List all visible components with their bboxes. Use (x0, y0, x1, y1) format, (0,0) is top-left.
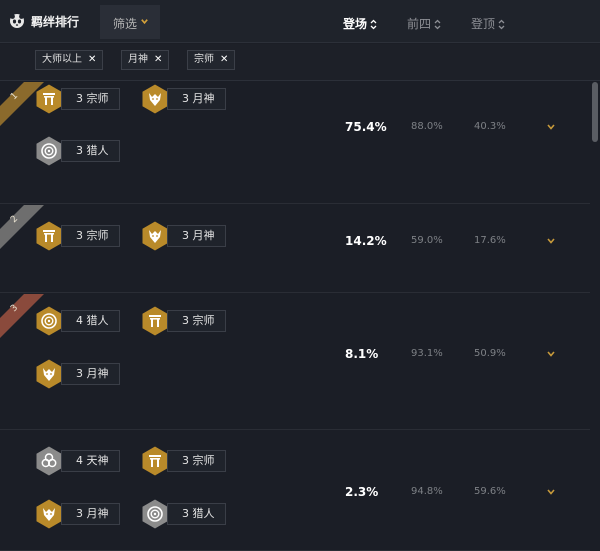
win-rate: 40.3% (474, 121, 506, 132)
chevron-down-icon[interactable] (546, 123, 556, 131)
chevron-down-icon (141, 19, 148, 25)
play-rate: 14.2% (345, 234, 387, 248)
column-header-top4[interactable]: 前四 (407, 15, 441, 32)
table-row[interactable]: 34 猎人 3 宗师 3 月神 8.1% 93.1% 50.9% (0, 294, 590, 430)
filter-label: 筛选 (113, 17, 138, 31)
filter-dropdown[interactable]: 筛选 (100, 5, 160, 39)
column-header-play-rate[interactable]: 登场 (343, 15, 377, 32)
chevron-down-icon[interactable] (546, 237, 556, 245)
win-rate: 59.6% (474, 486, 506, 497)
close-icon[interactable]: ✕ (220, 51, 228, 69)
play-rate: 8.1% (345, 347, 379, 361)
top4-rate: 94.8% (411, 486, 443, 497)
top4-rate: 93.1% (411, 348, 443, 359)
target-icon (35, 135, 63, 167)
play-rate: 75.4% (345, 120, 387, 134)
table-row[interactable]: 23 宗师 3 月神 14.2% 59.0% 17.6% (0, 205, 590, 293)
trait-label: 3 宗师 (167, 450, 226, 472)
filter-chip[interactable]: 月神 ✕ (121, 50, 170, 70)
moon-wolf-icon (35, 358, 63, 390)
chevron-down-icon[interactable] (546, 350, 556, 358)
trait-label: 3 月神 (61, 503, 120, 525)
trait-label: 3 宗师 (167, 310, 226, 332)
trait-label: 3 猎人 (167, 503, 226, 525)
column-header-win[interactable]: 登顶 (471, 15, 505, 32)
trait-label: 3 宗师 (61, 225, 120, 247)
header-bar: 羁绊排行 筛选 登场 前四 登顶 (0, 0, 600, 43)
sort-icon (370, 19, 377, 30)
moon-wolf-icon (141, 220, 169, 252)
win-rate: 17.6% (474, 235, 506, 246)
top4-rate: 88.0% (411, 121, 443, 132)
target-icon (141, 498, 169, 530)
scrollbar[interactable] (592, 82, 598, 142)
close-icon[interactable]: ✕ (154, 51, 162, 69)
page-title: 羁绊排行 (31, 15, 80, 29)
gate-icon (141, 305, 169, 337)
trait-label: 3 月神 (167, 225, 226, 247)
moon-wolf-icon (35, 498, 63, 530)
close-icon[interactable]: ✕ (88, 51, 96, 69)
gate-icon (141, 445, 169, 477)
play-rate: 2.3% (345, 485, 379, 499)
target-icon (35, 305, 63, 337)
active-filters: 大师以上 ✕ 月神 ✕ 宗师 ✕ (0, 44, 600, 81)
table-row[interactable]: 4 天神 3 宗师 3 月神 3 猎人 2.3% 94.8% 59.6% (0, 431, 590, 551)
gate-icon (35, 83, 63, 115)
trait-label: 3 月神 (61, 363, 120, 385)
filter-chip[interactable]: 宗师 ✕ (187, 50, 236, 70)
top4-rate: 59.0% (411, 235, 443, 246)
trait-label: 4 猎人 (61, 310, 120, 332)
sort-icon (434, 19, 441, 30)
trait-label: 3 月神 (167, 88, 226, 110)
trait-label: 4 天神 (61, 450, 120, 472)
trait-label: 3 宗师 (61, 88, 120, 110)
filter-chip[interactable]: 大师以上 ✕ (35, 50, 104, 70)
celestial-knot-icon (35, 445, 63, 477)
sort-icon (498, 19, 505, 30)
table-row[interactable]: 13 宗师 3 月神 3 猎人 75.4% 88.0% 40.3% (0, 82, 590, 204)
chevron-down-icon[interactable] (546, 488, 556, 496)
moon-wolf-icon (141, 83, 169, 115)
gate-icon (35, 220, 63, 252)
win-rate: 50.9% (474, 348, 506, 359)
panda-logo-icon (10, 14, 24, 28)
trait-label: 3 猎人 (61, 140, 120, 162)
